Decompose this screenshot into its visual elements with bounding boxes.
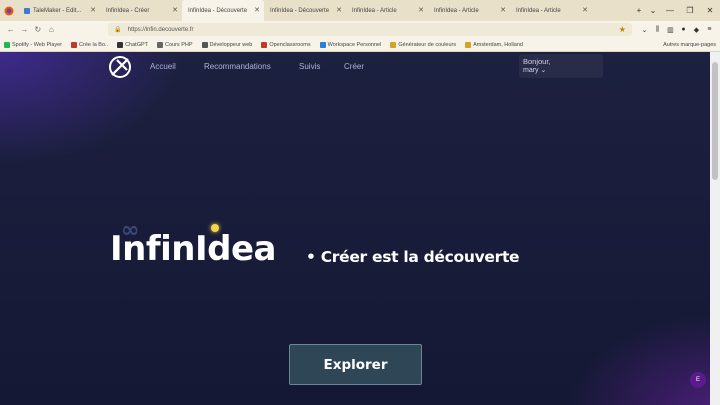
browser-tab[interactable]: InfinIdea - Créer ✕	[100, 0, 182, 21]
bookmark-item[interactable]: Spotify - Web Player	[4, 41, 62, 48]
extension-icon[interactable]: ◆	[690, 26, 703, 34]
bookmark-item[interactable]: Générateur de couleurs	[390, 41, 456, 48]
user-menu[interactable]: Bonjour, mary ⌄	[519, 54, 603, 78]
bookmark-favicon-icon	[201, 41, 208, 48]
bookmark-item[interactable]: Openclassrooms	[261, 41, 311, 48]
tab-label: InfinIdea - Article	[352, 7, 397, 14]
lock-icon[interactable]: 🔒	[114, 26, 121, 33]
site-logo-icon[interactable]	[108, 55, 132, 79]
tab-label: TaleMaker - Edit...	[33, 7, 82, 14]
list-tabs-icon[interactable]: ⌄	[646, 6, 660, 15]
nav-link-accueil[interactable]: Accueil	[150, 62, 176, 71]
browser-tab[interactable]: InfinIdea - Découverte ✕	[264, 0, 346, 21]
other-bookmarks[interactable]: Autres marque-pages	[663, 42, 716, 48]
hamburger-menu-icon[interactable]: ≡	[703, 26, 716, 34]
nav-link-suivis[interactable]: Suivis	[299, 62, 320, 71]
bookmark-item[interactable]: Cours PHP	[157, 41, 193, 48]
minimize-icon[interactable]: —	[660, 6, 680, 15]
back-icon[interactable]: ←	[4, 25, 18, 34]
bookmark-favicon-icon	[319, 41, 326, 48]
bookmark-star-icon[interactable]: ★	[619, 25, 626, 34]
close-icon[interactable]: ✕	[418, 6, 424, 14]
close-icon[interactable]: ✕	[582, 6, 588, 14]
new-tab-icon[interactable]: +	[632, 6, 646, 15]
bookmark-item[interactable]: ChatGPT	[117, 41, 148, 48]
browser-tab[interactable]: InfinIdea - Article ✕	[428, 0, 510, 21]
home-icon[interactable]: ⌂	[45, 25, 59, 34]
bookmark-item[interactable]: Amsterdam, Holland	[465, 41, 523, 48]
close-icon[interactable]: ✕	[500, 6, 506, 14]
close-icon[interactable]: ✕	[254, 6, 260, 14]
tab-label: InfinIdea - Article	[516, 7, 561, 14]
bookmark-favicon-icon	[157, 41, 164, 48]
username-dropdown[interactable]: mary ⌄	[523, 66, 599, 74]
toolbar-extensions: ⌄ ⫼ ▥ ● ◆ ≡	[638, 26, 716, 34]
tab-controls: + ⌄	[632, 6, 660, 15]
restore-icon[interactable]: ❐	[680, 6, 700, 15]
explore-button[interactable]: Explorer	[289, 344, 422, 385]
window-controls: — ❐ ✕	[660, 6, 720, 15]
browser-nav-bar: ← → ↻ ⌂ 🔒 https://infin.decouverte.fr ★ …	[0, 21, 720, 38]
url-text: https://infin.decouverte.fr	[127, 26, 194, 33]
scrollbar-thumb[interactable]	[712, 62, 718, 180]
bookmark-favicon-icon	[390, 41, 397, 48]
browser-tab[interactable]: InfinIdea - Article ✕	[346, 0, 428, 21]
pocket-icon[interactable]: ⌄	[638, 26, 651, 34]
account-icon[interactable]: ●	[677, 26, 690, 34]
library-icon[interactable]: ⫼	[651, 26, 664, 34]
browser-tab-active[interactable]: InfinIdea - Découverte ✕	[182, 0, 264, 21]
tab-label: InfinIdea - Créer	[106, 7, 150, 14]
bookmarks-bar: Spotify - Web Player Crée la Bo.. ChatGP…	[0, 38, 720, 52]
close-icon[interactable]: ✕	[90, 6, 96, 14]
bookmark-favicon-icon	[117, 41, 124, 48]
tab-favicon-icon	[24, 7, 30, 14]
tagline: • Créer est la découverte	[306, 248, 520, 266]
tab-label: InfinIdea - Découverte	[188, 7, 248, 14]
bookmark-favicon-icon	[71, 41, 78, 48]
bookmark-item[interactable]: Crée la Bo..	[71, 41, 108, 48]
forward-icon[interactable]: →	[18, 25, 32, 34]
bookmark-item[interactable]: Développeur web	[201, 41, 252, 48]
tab-label: InfinIdea - Découverte	[270, 7, 330, 14]
browser-tab[interactable]: TaleMaker - Edit... ✕	[18, 0, 100, 21]
greeting-text: Bonjour,	[523, 57, 551, 66]
browser-tab-bar: TaleMaker - Edit... ✕ InfinIdea - Créer …	[0, 0, 720, 21]
page-scrollbar[interactable]	[710, 52, 720, 405]
floating-action-button[interactable]: E	[690, 372, 706, 388]
close-icon[interactable]: ✕	[172, 6, 178, 14]
firefox-menu-icon[interactable]	[0, 0, 18, 21]
tab-label: InfinIdea - Article	[434, 7, 479, 14]
bookmark-item[interactable]: Workspace Personnel	[319, 41, 381, 48]
bookmark-favicon-icon	[465, 41, 472, 48]
brand-title: InfinIdea	[110, 229, 277, 269]
nav-link-creer[interactable]: Créer	[344, 62, 364, 71]
browser-tab[interactable]: InfinIdea - Article ✕	[510, 0, 592, 21]
lightbulb-icon	[211, 224, 219, 232]
window-close-icon[interactable]: ✕	[700, 6, 720, 15]
nav-link-recommandations[interactable]: Recommandations	[204, 62, 271, 71]
reload-icon[interactable]: ↻	[31, 25, 45, 34]
bookmark-favicon-icon	[261, 41, 268, 48]
sidebar-icon[interactable]: ▥	[664, 26, 677, 34]
page-hero: Accueil Recommandations Suivis Créer Bon…	[0, 52, 710, 405]
bookmark-favicon-icon	[4, 41, 10, 48]
close-icon[interactable]: ✕	[336, 6, 342, 14]
address-bar[interactable]: 🔒 https://infin.decouverte.fr ★	[108, 23, 632, 36]
